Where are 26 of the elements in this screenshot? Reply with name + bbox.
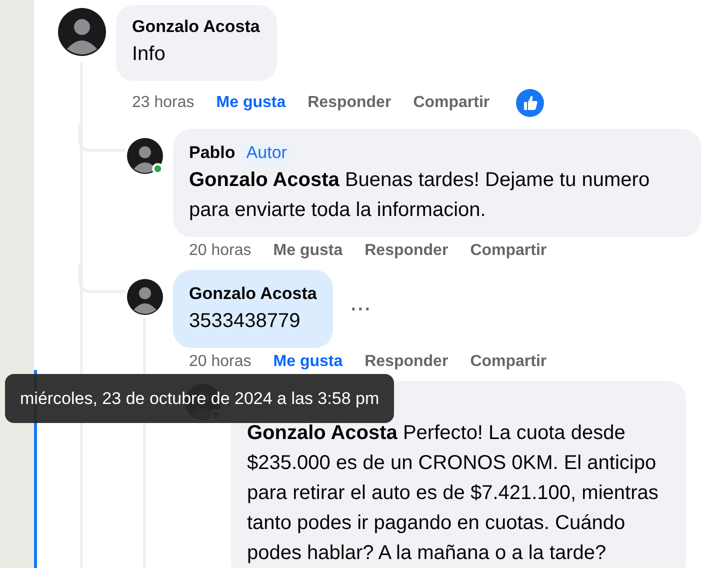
reply-link[interactable]: Responder [364, 242, 448, 260]
comment-text: 3533438779 [189, 309, 302, 334]
comment-text: Gonzalo Acosta Perfecto! La cuota desde $235.000 es de un CRONOS 0KM. El anticipo para retirar el auto es de $7.421.100, mientras tanto podes ir pagando en cuotas. Cuándo podes hablar? A la mañana o a la tarde? [247, 421, 660, 566]
avatar[interactable] [127, 138, 163, 174]
author-name[interactable]: Pablo [189, 141, 236, 165]
share-link[interactable]: Compartir [470, 242, 547, 260]
author-name[interactable]: Gonzalo Acosta [189, 282, 317, 306]
timestamp[interactable]: 23 horas [132, 94, 194, 112]
author-badge: Autor [243, 143, 290, 163]
timestamp[interactable]: 20 horas [189, 353, 252, 371]
like-link[interactable]: Me gusta [273, 353, 343, 371]
reply-link[interactable]: Responder [308, 94, 392, 112]
like-reaction-icon[interactable] [516, 89, 544, 117]
date-tooltip: miércoles, 23 de octubre de 2024 a las 3:58 pm [5, 374, 394, 423]
timestamp[interactable]: 20 horas [189, 242, 252, 260]
reply-link[interactable]: Responder [364, 353, 448, 371]
share-link[interactable]: Compartir [470, 353, 547, 371]
author-name[interactable]: Gonzalo Acosta [132, 15, 260, 39]
more-options-icon[interactable]: ··· [350, 298, 372, 320]
avatar[interactable] [58, 8, 106, 56]
avatar[interactable] [127, 279, 163, 315]
comment-text: Gonzalo Acosta Buenas tardes! Dejame tu numero para enviarte toda la informacion. [189, 168, 651, 223]
like-link[interactable]: Me gusta [273, 242, 343, 260]
like-link[interactable]: Me gusta [216, 94, 286, 112]
share-link[interactable]: Compartir [413, 94, 490, 112]
comment-text: Info [132, 42, 166, 67]
